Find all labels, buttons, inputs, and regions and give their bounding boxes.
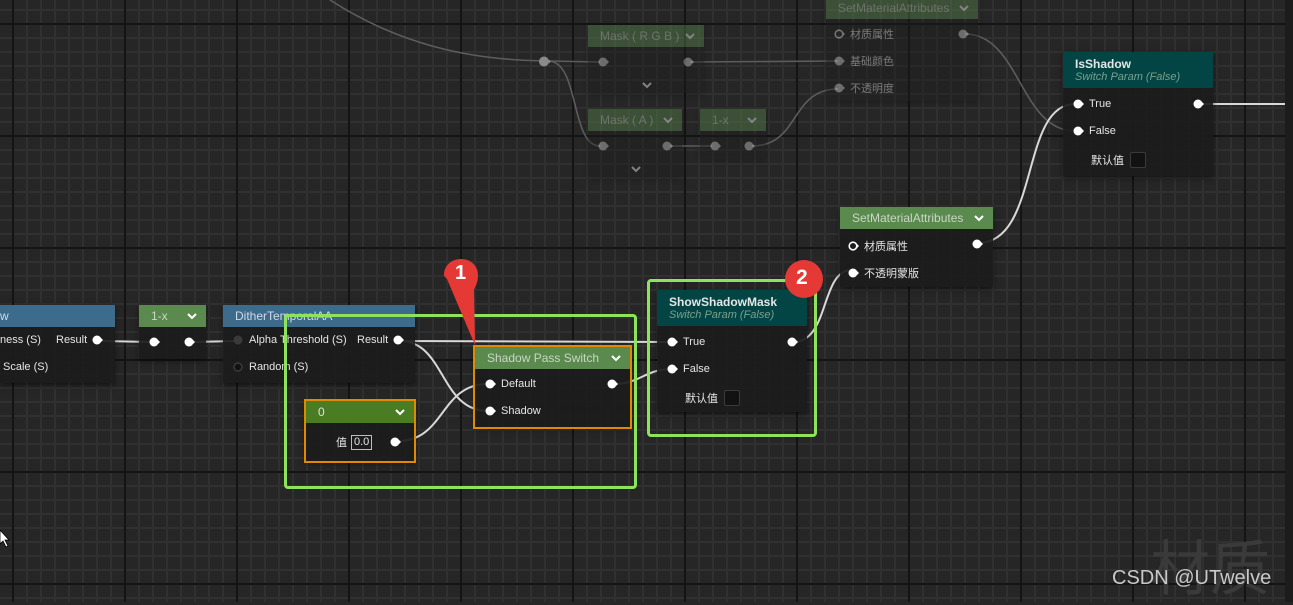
annotation-badge-2: 2 (785, 260, 823, 298)
chevron-down-icon[interactable] (973, 212, 985, 224)
node-one-minus-left[interactable]: 1-x (139, 305, 206, 359)
highlight-box-2 (647, 279, 817, 437)
input-pin[interactable]: Scale (S) (3, 361, 48, 373)
node-one-minus-top[interactable]: 1-x (700, 109, 766, 159)
input-pin-material-attributes[interactable]: 材质属性 (834, 26, 894, 42)
annotation-badge-1: 1 (441, 257, 481, 349)
input-pin-opacity[interactable]: 不透明度 (834, 80, 894, 96)
chevron-down-icon[interactable] (186, 310, 198, 322)
input-pin-true[interactable]: True (1073, 98, 1111, 110)
node-header: IsShadow Switch Param (False) (1063, 52, 1213, 88)
expand-chevron-icon[interactable] (630, 164, 642, 174)
node-header: SetMaterialAttributes (826, 0, 978, 19)
node-header: Mask ( R G B ) (588, 25, 704, 47)
pin-empty-icon (233, 335, 243, 345)
node-header: w (0, 305, 115, 327)
pin-hollow-icon (848, 241, 859, 251)
pin-filled-icon (834, 83, 845, 93)
node-subtitle: Switch Param (False) (1075, 71, 1181, 83)
node-title: Mask ( R G B ) (600, 29, 680, 43)
node-set-material-attributes[interactable]: SetMaterialAttributes 材质属性 不透明蒙版 (840, 207, 993, 287)
chevron-down-icon[interactable] (684, 30, 696, 42)
pin-filled-icon[interactable] (598, 57, 609, 67)
node-mask-rgb[interactable]: Mask ( R G B ) (588, 25, 704, 93)
pin-filled-icon (1073, 99, 1084, 109)
node-title: 1-x (712, 113, 729, 127)
pin-filled-icon[interactable] (744, 141, 755, 151)
pin-filled-icon (848, 268, 859, 278)
node-title: w (0, 309, 9, 323)
input-pin-material-attributes[interactable]: 材质属性 (848, 238, 908, 254)
default-value-label: 默认值 (1091, 155, 1124, 167)
node-set-material-attributes-top[interactable]: SetMaterialAttributes 材质属性 基础颜色 不透明度 (826, 0, 978, 101)
pin-hollow-icon (834, 29, 845, 39)
node-partial-left[interactable]: w ness (S) Scale (S) Result (0, 305, 115, 383)
pin-filled-icon[interactable] (149, 337, 160, 347)
pin-filled-icon[interactable] (1193, 99, 1204, 109)
pin-filled-icon[interactable] (683, 57, 694, 67)
pin-filled-icon[interactable] (710, 141, 721, 151)
node-title: 1-x (151, 309, 168, 323)
input-pin-base-color[interactable]: 基础颜色 (834, 53, 894, 69)
node-title: SetMaterialAttributes (838, 1, 950, 15)
mouse-cursor-icon (0, 530, 10, 548)
node-mask-a[interactable]: Mask ( A ) (588, 109, 682, 177)
node-title: Mask ( A ) (600, 113, 654, 127)
pin-filled-icon (1073, 126, 1084, 136)
pin-filled-icon[interactable] (662, 141, 673, 151)
output-pin-result[interactable]: Result (56, 334, 104, 346)
pin-filled-icon[interactable] (184, 337, 195, 347)
pin-filled-icon (834, 56, 845, 66)
node-title: IsShadow (1075, 57, 1132, 71)
reroute-node[interactable] (538, 56, 552, 67)
watermark: CSDN @UTwelve (1112, 567, 1272, 589)
chevron-down-icon[interactable] (662, 114, 674, 126)
node-header: SetMaterialAttributes (840, 207, 993, 229)
pin-filled-icon[interactable] (598, 141, 609, 151)
node-header: 1-x (139, 305, 206, 327)
input-pin-false[interactable]: False (1073, 125, 1116, 137)
node-title: SetMaterialAttributes (852, 211, 964, 225)
pin-filled-icon[interactable] (972, 239, 983, 249)
input-pin-opacity-mask[interactable]: 不透明蒙版 (848, 265, 919, 281)
default-value-row: 默认值 (1091, 152, 1146, 168)
expand-chevron-icon[interactable] (641, 80, 653, 90)
node-header: Mask ( A ) (588, 109, 682, 131)
chevron-down-icon[interactable] (746, 114, 758, 126)
pin-filled-icon[interactable] (958, 29, 969, 39)
node-is-shadow[interactable]: IsShadow Switch Param (False) True False… (1063, 52, 1213, 176)
default-value-checkbox[interactable] (1130, 152, 1146, 168)
chevron-down-icon[interactable] (958, 2, 970, 14)
pin-empty-icon (233, 362, 243, 372)
panel-edge (1285, 0, 1293, 602)
input-pin[interactable]: ness (S) (0, 334, 41, 346)
node-header: 1-x (700, 109, 766, 131)
pin-filled-icon (92, 335, 104, 345)
